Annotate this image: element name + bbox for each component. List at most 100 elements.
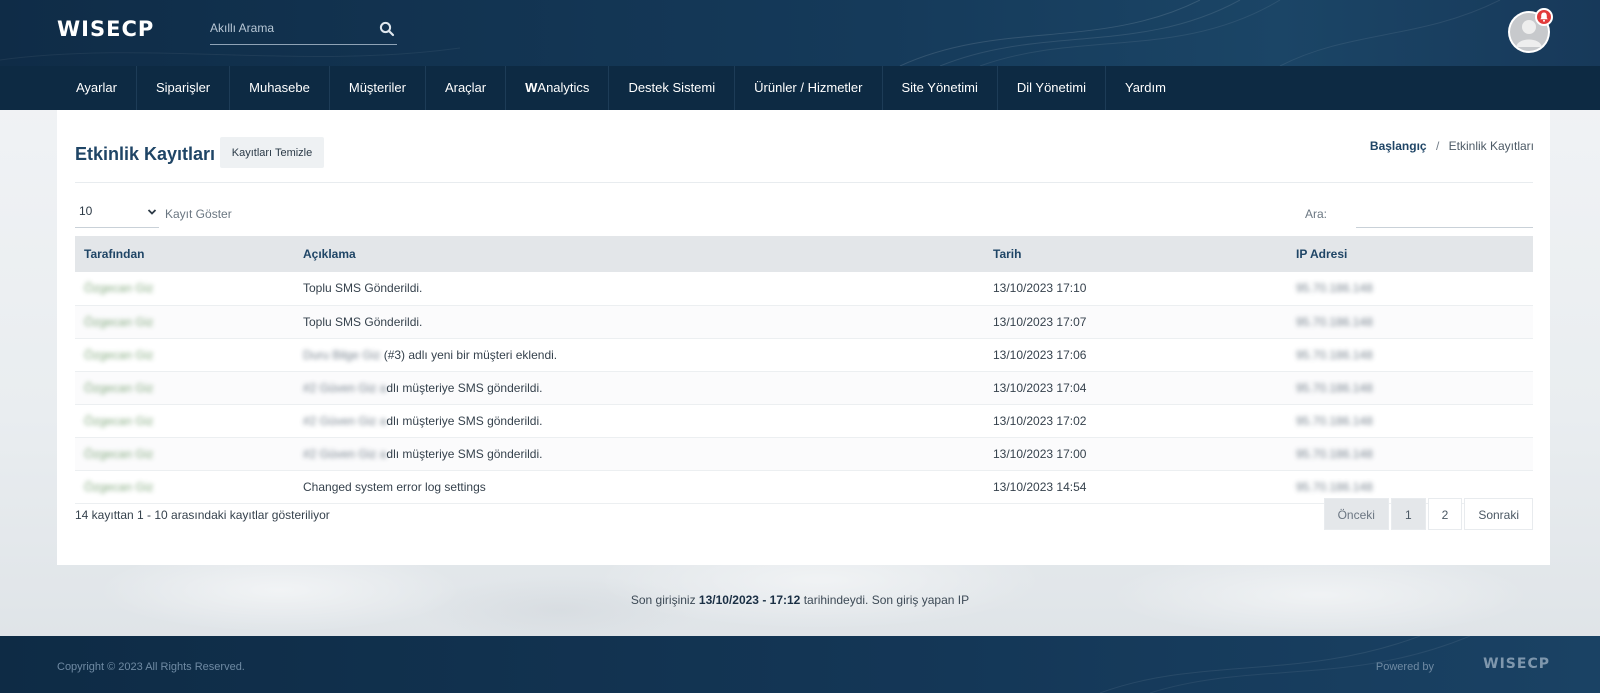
table-row: Özgecan Giz Toplu SMS Gönderildi. 13/10/… <box>75 272 1533 306</box>
cell-by: Özgecan Giz <box>75 338 294 372</box>
blurred-ip: 95.70.186.148 <box>1296 347 1373 362</box>
table-row: Özgecan Giz #2 Güven Giz adlı müşteriye … <box>75 404 1533 438</box>
blurred-ip: 95.70.186.148 <box>1296 446 1373 461</box>
table-search-input[interactable] <box>1356 200 1533 228</box>
pagination-page-2[interactable]: 2 <box>1427 498 1463 530</box>
nav-item-tools[interactable]: Araçlar <box>426 66 507 110</box>
nav-item-settings[interactable]: Ayarlar <box>57 66 137 110</box>
footer-wisecp-logo[interactable]: WISECP <box>1483 656 1550 672</box>
blurred-user-name[interactable]: Özgecan Giz <box>84 414 153 428</box>
cell-by: Özgecan Giz <box>75 371 294 405</box>
table-row: Özgecan Giz Toplu SMS Gönderildi. 13/10/… <box>75 305 1533 339</box>
nav-item-help[interactable]: Yardım <box>1106 66 1185 110</box>
cell-date: 13/10/2023 14:54 <box>984 470 1287 504</box>
blurred-user-name[interactable]: Özgecan Giz <box>84 480 153 494</box>
nav-item-wanalytics[interactable]: WAnalytics <box>506 66 610 110</box>
blurred-description: #2 Güven Giz a <box>303 446 387 461</box>
cell-description: Toplu SMS Gönderildi. <box>294 305 984 339</box>
column-header-ip[interactable]: IP Adresi <box>1287 236 1533 272</box>
breadcrumb-home[interactable]: Başlangıç <box>1370 139 1427 153</box>
cell-ip: 95.70.186.148 <box>1287 338 1533 372</box>
blurred-ip: 95.70.186.148 <box>1296 281 1373 296</box>
cell-date: 13/10/2023 17:10 <box>984 272 1287 306</box>
header-divider <box>75 182 1533 183</box>
table-info: 14 kayıttan 1 - 10 arasındaki kayıtlar g… <box>75 508 330 522</box>
page-length-value: 10 <box>79 204 93 218</box>
cell-description: Toplu SMS Gönderildi. <box>294 272 984 306</box>
cell-ip: 95.70.186.148 <box>1287 437 1533 471</box>
smart-search[interactable] <box>210 14 397 45</box>
blurred-user-name[interactable]: Özgecan Giz <box>84 348 153 362</box>
cell-by: Özgecan Giz <box>75 305 294 339</box>
blurred-user-name[interactable]: Özgecan Giz <box>84 281 153 295</box>
cell-description: #2 Güven Giz adlı müşteriye SMS gönderil… <box>294 437 984 471</box>
column-header-description[interactable]: Açıklama <box>294 236 984 272</box>
blurred-ip: 95.70.186.148 <box>1296 314 1373 329</box>
cell-by: Özgecan Giz <box>75 404 294 438</box>
notification-badge[interactable] <box>1535 8 1553 26</box>
activity-log-card: Etkinlik Kayıtları Kayıtları Temizle Baş… <box>57 110 1550 565</box>
last-login-datetime: 13/10/2023 - 17:12 <box>698 593 801 607</box>
cell-date: 13/10/2023 17:07 <box>984 305 1287 339</box>
smart-search-input[interactable] <box>210 14 370 42</box>
blurred-user-name[interactable]: Özgecan Giz <box>84 315 153 329</box>
cell-date: 13/10/2023 17:02 <box>984 404 1287 438</box>
column-header-by[interactable]: Tarafından <box>75 236 294 272</box>
cell-description: Duru Bilge Giz (#3) adlı yeni bir müşter… <box>294 338 984 372</box>
cell-by: Özgecan Giz <box>75 272 294 306</box>
powered-by-text: Powered by <box>1375 661 1434 673</box>
nav-item-language[interactable]: Dil Yönetimi <box>998 66 1106 110</box>
cell-ip: 95.70.186.148 <box>1287 371 1533 405</box>
pagination-previous[interactable]: Önceki <box>1323 498 1389 530</box>
nav-item-customers[interactable]: Müşteriler <box>330 66 426 110</box>
breadcrumb: Başlangıç / Etkinlik Kayıtları <box>1370 139 1534 153</box>
pagination: Önceki 1 2 Sonraki <box>1322 498 1533 530</box>
cell-ip: 95.70.186.148 <box>1287 272 1533 306</box>
cell-by: Özgecan Giz <box>75 437 294 471</box>
cell-ip: 95.70.186.148 <box>1287 404 1533 438</box>
pagination-next[interactable]: Sonraki <box>1464 498 1533 530</box>
blurred-user-name[interactable]: Özgecan Giz <box>84 447 153 461</box>
page-length-select[interactable]: 10 <box>75 198 159 228</box>
blurred-description: Duru Bilge Giz <box>303 347 381 362</box>
nav-item-site-management[interactable]: Site Yönetimi <box>883 66 998 110</box>
page-footer: Copyright © 2023 All Rights Reserved. Po… <box>0 636 1600 693</box>
blurred-ip: 95.70.186.148 <box>1296 479 1373 494</box>
cell-by: Özgecan Giz <box>75 470 294 504</box>
pagination-page-1[interactable]: 1 <box>1390 498 1426 530</box>
nav-item-support[interactable]: Destek Sistemi <box>609 66 736 110</box>
search-icon[interactable] <box>379 21 395 37</box>
table-search-label: Ara: <box>1305 207 1328 221</box>
blurred-user-name[interactable]: Özgecan Giz <box>84 381 153 395</box>
nav-item-orders[interactable]: Siparişler <box>137 66 231 110</box>
breadcrumb-current: Etkinlik Kayıtları <box>1448 139 1534 153</box>
wisecp-logo[interactable]: WISECP <box>57 17 154 41</box>
clear-logs-button[interactable]: Kayıtları Temizle <box>220 137 324 168</box>
blurred-ip: 95.70.186.148 <box>1296 413 1373 428</box>
bell-icon <box>1540 12 1548 22</box>
chevron-down-icon <box>147 209 157 215</box>
cell-date: 13/10/2023 17:04 <box>984 371 1287 405</box>
cell-description: #2 Güven Giz adlı müşteriye SMS gönderil… <box>294 371 984 405</box>
blurred-description: #2 Güven Giz a <box>303 413 387 428</box>
blurred-ip: 95.70.186.148 <box>1296 380 1373 395</box>
cell-description: Changed system error log settings <box>294 470 984 504</box>
copyright-text: Copyright © 2023 All Rights Reserved. <box>57 661 245 673</box>
cell-description: #2 Güven Giz adlı müşteriye SMS gönderil… <box>294 404 984 438</box>
last-login-info: Son girişiniz 13/10/2023 - 17:12 tarihin… <box>630 593 970 607</box>
table-header-row: Tarafından Açıklama Tarih IP Adresi <box>75 236 1533 272</box>
nav-item-products[interactable]: Ürünler / Hizmetler <box>735 66 883 110</box>
nav-item-accounting[interactable]: Muhasebe <box>230 66 330 110</box>
blurred-description: #2 Güven Giz a <box>303 380 387 395</box>
cell-date: 13/10/2023 17:00 <box>984 437 1287 471</box>
page-title: Etkinlik Kayıtları <box>75 144 216 164</box>
top-header: WISECP <box>0 0 1600 66</box>
column-header-date[interactable]: Tarih <box>984 236 1287 272</box>
cell-date: 13/10/2023 17:06 <box>984 338 1287 372</box>
breadcrumb-separator: / <box>1435 139 1440 153</box>
table-row: Özgecan Giz Duru Bilge Giz (#3) adlı yen… <box>75 338 1533 372</box>
cell-ip: 95.70.186.148 <box>1287 305 1533 339</box>
table-row: Özgecan Giz #2 Güven Giz adlı müşteriye … <box>75 371 1533 405</box>
table-row: Özgecan Giz #2 Güven Giz adlı müşteriye … <box>75 437 1533 471</box>
table-row: Özgecan Giz Changed system error log set… <box>75 470 1533 504</box>
